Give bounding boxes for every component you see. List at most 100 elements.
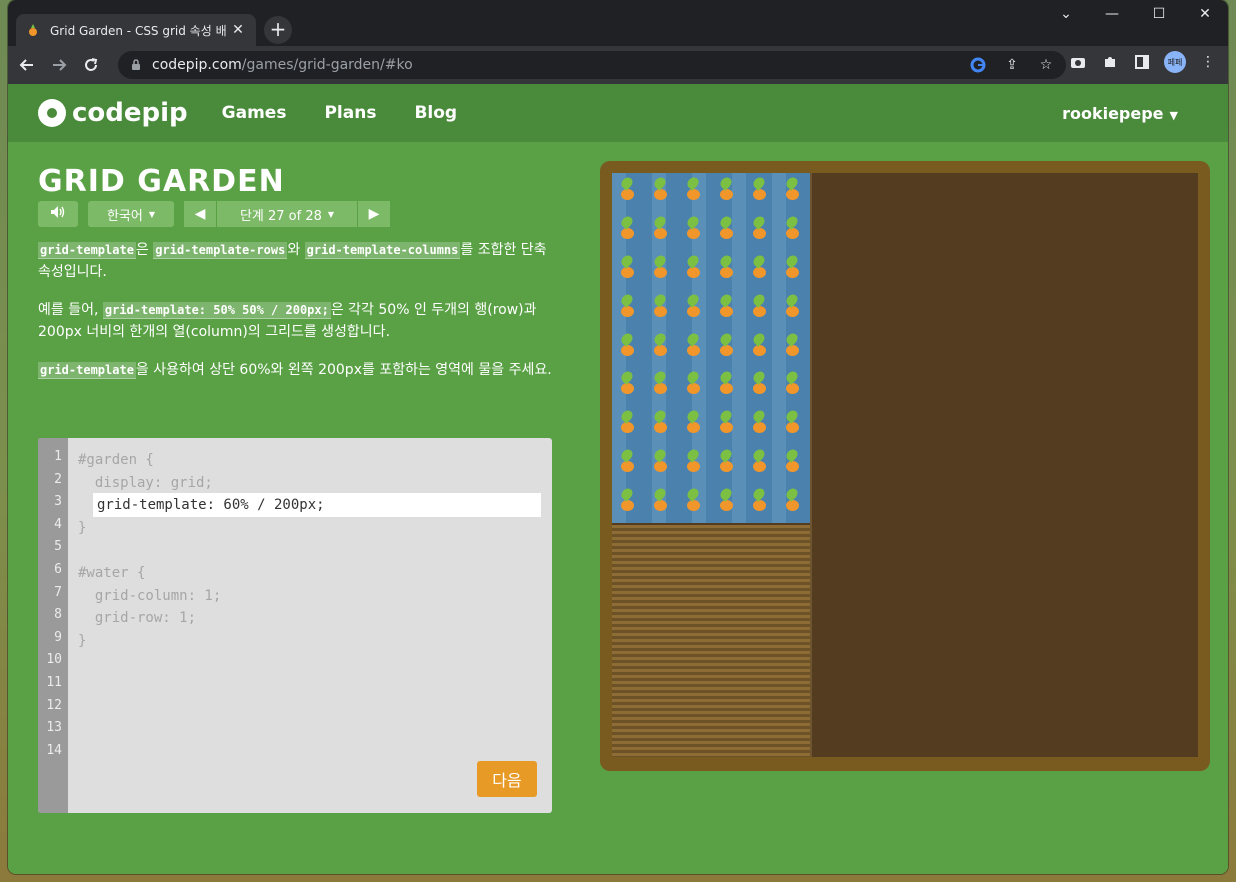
carrot-icon [678, 484, 711, 523]
code-line: grid-row: 1; [78, 610, 197, 627]
carrot-icon [744, 173, 777, 212]
carrot-icon [612, 251, 645, 290]
tab-close-icon[interactable]: ✕ [230, 22, 246, 38]
carrot-icon [612, 290, 645, 329]
carrot-icon [645, 251, 678, 290]
carrot-icon [612, 445, 645, 484]
code-line: display: grid; [78, 474, 213, 491]
extensions-puzzle-icon[interactable] [1100, 52, 1120, 72]
instruction-text: 은 [135, 242, 154, 258]
code-line: grid-column: 1; [78, 587, 222, 604]
tab-search-icon[interactable]: ⌄ [1051, 6, 1081, 22]
carrot-icon [777, 329, 810, 368]
line-number: 14 [46, 742, 62, 758]
line-number: 4 [54, 516, 62, 532]
minimize-icon[interactable]: — [1097, 6, 1127, 22]
codepip-logo-icon [38, 99, 66, 127]
line-number: 2 [54, 471, 62, 487]
codepip-logo[interactable]: codepip [38, 98, 188, 128]
caret-down-icon: ▼ [327, 209, 335, 219]
carrot-icon [777, 212, 810, 251]
profile-avatar[interactable]: 페페 [1164, 51, 1186, 73]
carrot-icon [612, 484, 645, 523]
code-answer-input[interactable] [93, 493, 541, 517]
carrot-icon [711, 367, 744, 406]
css-editor: 1 2 3 4 5 6 7 8 9 10 11 12 13 14 #garden… [38, 438, 552, 813]
instruction-text: 예를 들어, [38, 302, 103, 318]
menu-kebab-icon[interactable]: ⋮ [1198, 52, 1218, 72]
line-number: 12 [46, 697, 62, 713]
address-bar[interactable]: codepip.com/games/grid-garden/#ko ⇪ ☆ [118, 51, 1066, 79]
carrot-icon [777, 290, 810, 329]
google-icon[interactable] [968, 55, 988, 75]
carrot-icon [645, 329, 678, 368]
next-button[interactable]: 다음 [477, 761, 537, 797]
maximize-icon[interactable]: ☐ [1144, 6, 1174, 22]
carrot-icon [777, 251, 810, 290]
url-path: /games/grid-garden/#ko [241, 57, 413, 73]
carrot-icon [645, 406, 678, 445]
line-number: 13 [46, 720, 62, 736]
carrot-icon [612, 367, 645, 406]
nav-games[interactable]: Games [222, 103, 287, 123]
code-line: } [78, 519, 87, 536]
level-indicator: 단계 27 of 28 [239, 208, 322, 224]
lock-icon[interactable] [130, 59, 142, 71]
nav-plans[interactable]: Plans [324, 103, 376, 123]
code-snippet: grid-template [38, 242, 136, 259]
code-line: } [78, 632, 87, 649]
line-number: 1 [54, 449, 62, 464]
language-select[interactable]: 한국어 ▼ [88, 201, 174, 227]
game-title: GRID GARDEN [38, 164, 285, 199]
camera-icon[interactable] [1068, 52, 1088, 72]
carrot-icon [612, 406, 645, 445]
user-menu[interactable]: rookiepepe ▼ [1062, 104, 1178, 123]
forward-icon[interactable] [46, 52, 72, 78]
carrot-icon [711, 290, 744, 329]
share-icon[interactable]: ⇪ [1002, 55, 1022, 75]
triangle-left-icon: ◀ [194, 206, 206, 222]
carrot-icon [612, 173, 645, 212]
carrot-icon [645, 212, 678, 251]
carrot-icon [678, 290, 711, 329]
side-panel-icon[interactable] [1132, 52, 1152, 72]
new-tab-button[interactable]: + [264, 16, 292, 44]
level-select[interactable]: 단계 27 of 28 ▼ [217, 201, 357, 227]
bookmark-star-icon[interactable]: ☆ [1036, 55, 1056, 75]
water-area [612, 173, 810, 523]
instruction-paragraph-1: grid-template 은 grid-template-rows 와 grid-… [38, 239, 552, 283]
tab-strip: Grid Garden - CSS grid 속성 배 ✕ + ⌄ — ☐ ✕ [8, 0, 1228, 46]
line-number: 10 [46, 652, 62, 668]
carrot-favicon-icon [26, 23, 40, 37]
username: rookiepepe [1062, 103, 1164, 123]
browser-tab[interactable]: Grid Garden - CSS grid 속성 배 ✕ [16, 14, 256, 46]
carrot-icon [744, 367, 777, 406]
line-number: 9 [54, 629, 62, 645]
close-window-icon[interactable]: ✕ [1190, 6, 1220, 22]
line-number: 6 [54, 561, 62, 577]
carrot-icon [645, 445, 678, 484]
instructions-panel: GRID GARDEN 한국어 ▼ ◀ 단계 27 of 28 ▼ ▶ grid… [38, 164, 552, 397]
carrot-icon [678, 173, 711, 212]
instruction-text: 을 사용하여 상단 60%와 왼쪽 200px를 포함하는 영역에 물을 주세요… [135, 362, 552, 378]
url-host: codepip.com [152, 57, 242, 73]
back-icon[interactable] [14, 52, 40, 78]
reload-icon[interactable] [78, 52, 104, 78]
carrot-icon [711, 251, 744, 290]
line-number: 7 [54, 584, 62, 600]
next-level-button[interactable]: ▶ [358, 201, 390, 227]
line-number: 3 [54, 494, 62, 510]
carrot-icon [744, 212, 777, 251]
caret-down-icon: ▼ [1169, 108, 1178, 122]
nav-blog[interactable]: Blog [414, 103, 457, 123]
carrot-icon [711, 406, 744, 445]
language-label: 한국어 [106, 208, 143, 224]
garden-divider [810, 173, 812, 757]
sound-toggle-button[interactable] [38, 201, 78, 227]
carrot-icon [678, 329, 711, 368]
carrot-icon [711, 484, 744, 523]
prev-level-button[interactable]: ◀ [184, 201, 216, 227]
instruction-paragraph-3: grid-template 을 사용하여 상단 60%와 왼쪽 200px를 포함… [38, 359, 552, 381]
carrot-icon [711, 445, 744, 484]
code-line: #water { [78, 564, 146, 581]
